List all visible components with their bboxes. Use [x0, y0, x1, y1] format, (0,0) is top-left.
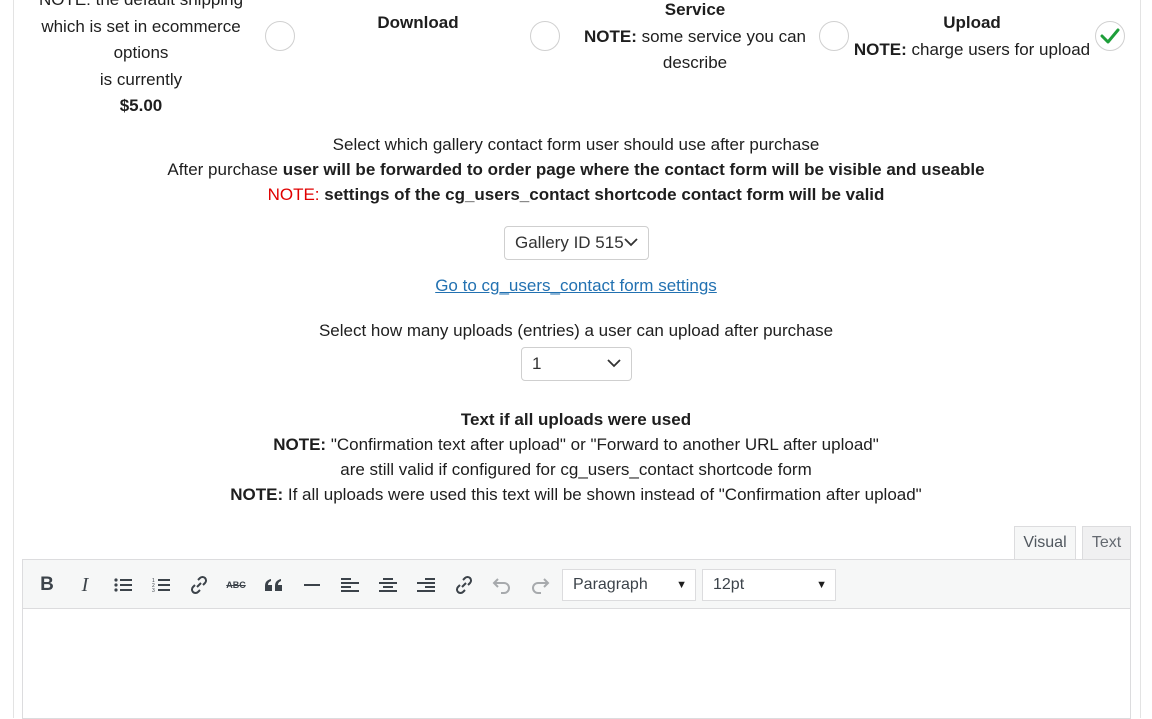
horizontal-line-button[interactable]: [299, 572, 325, 598]
uploads-count-select[interactable]: 1: [521, 347, 632, 381]
tab-text[interactable]: Text: [1082, 526, 1131, 559]
font-size-select[interactable]: 12pt ▼: [702, 569, 836, 601]
all-uploads-note1: NOTE: "Confirmation text after upload" o…: [0, 432, 1152, 457]
upload-title: Upload: [943, 13, 1001, 32]
align-right-icon: [417, 578, 435, 592]
contact-line1: Select which gallery contact form user s…: [332, 135, 820, 154]
service-note-text: some service you can: [636, 26, 807, 46]
font-size-value: 12pt: [713, 576, 745, 593]
redo-button[interactable]: [527, 572, 553, 598]
note2-label: NOTE:: [230, 485, 284, 504]
align-center-icon: [379, 578, 397, 592]
checkmark-icon: [1100, 28, 1120, 44]
align-center-button[interactable]: [375, 572, 401, 598]
numbered-list-button[interactable]: 123: [148, 572, 174, 598]
contact-note-label: NOTE:: [267, 185, 320, 204]
align-left-button[interactable]: [337, 572, 363, 598]
uploads-label: Select how many uploads (entries) a user…: [318, 321, 834, 340]
editor-content-area[interactable]: [22, 609, 1131, 719]
shipping-price: $5.00: [119, 96, 163, 115]
chevron-down-icon: [607, 359, 621, 368]
note1-label: NOTE:: [273, 435, 327, 454]
shipping-note-line1: NOTE: the default shipping: [30, 0, 252, 14]
upload-note-text: charge users for upload: [906, 39, 1091, 59]
contact-settings-link-row: Go to cg_users_contact form settings: [0, 276, 1152, 296]
align-left-icon: [341, 578, 359, 592]
gallery-select-value: Gallery ID 515: [515, 233, 624, 252]
quote-icon: [265, 579, 282, 591]
all-uploads-note1-line2: are still valid if configured for cg_use…: [340, 460, 812, 479]
horizontal-line-icon: [304, 584, 320, 586]
blockquote-button[interactable]: [261, 572, 287, 598]
upload-radio[interactable]: [1095, 21, 1125, 51]
contact-line2-prefix: After purchase: [167, 160, 283, 179]
shipping-note-line2: which is set in ecommerce: [41, 16, 241, 36]
link-icon: [455, 575, 473, 595]
tab-visual[interactable]: Visual: [1014, 526, 1076, 560]
uploads-count-value: 1: [532, 354, 542, 373]
undo-icon: [492, 578, 510, 594]
bold-button[interactable]: B: [34, 572, 60, 598]
shipping-radio[interactable]: [265, 21, 295, 51]
format-select[interactable]: Paragraph ▼: [562, 569, 696, 601]
all-uploads-text-section: Text if all uploads were used NOTE: "Con…: [0, 407, 1152, 507]
upload-note: NOTE: charge users for upload: [852, 37, 1092, 64]
caret-down-icon: ▼: [816, 579, 827, 591]
svg-text:3: 3: [152, 588, 155, 593]
service-radio[interactable]: [819, 21, 849, 51]
note1-text: "Confirmation text after upload" or "For…: [326, 435, 879, 454]
service-option-text: Service NOTE: some service you can descr…: [575, 0, 815, 77]
contact-form-description: Select which gallery contact form user s…: [0, 132, 1152, 207]
edit-link-button[interactable]: [451, 572, 477, 598]
bullet-list-icon: [114, 578, 132, 592]
upload-option-text: Upload NOTE: charge users for upload: [852, 10, 1092, 63]
all-uploads-note2: NOTE: If all uploads were used this text…: [0, 482, 1152, 507]
shipping-note-line4: is currently: [99, 69, 183, 89]
undo-button[interactable]: [489, 572, 515, 598]
strikethrough-icon: ABC: [226, 580, 246, 590]
contact-line3-bold: settings of the cg_users_contact shortco…: [319, 185, 885, 204]
numbered-list-icon: 123: [152, 578, 170, 593]
italic-icon: I: [81, 573, 89, 596]
redo-icon: [532, 578, 550, 594]
link-icon: [190, 575, 208, 595]
strikethrough-button[interactable]: ABC: [223, 572, 249, 598]
download-radio[interactable]: [530, 21, 560, 51]
contact-settings-link[interactable]: Go to cg_users_contact form settings: [435, 276, 717, 295]
all-uploads-title: Text if all uploads were used: [460, 410, 692, 429]
download-option-text: Download: [318, 10, 518, 37]
service-note-line2: describe: [662, 53, 728, 72]
caret-down-icon: ▼: [676, 579, 687, 591]
contact-line3: NOTE: settings of the cg_users_contact s…: [0, 182, 1152, 207]
shipping-option-text: NOTE: the default shipping which is set …: [30, 0, 252, 120]
bullet-list-button[interactable]: [110, 572, 136, 598]
italic-button[interactable]: I: [72, 572, 98, 598]
bold-icon: B: [40, 574, 54, 595]
upload-note-label: NOTE:: [853, 39, 907, 59]
align-right-button[interactable]: [413, 572, 439, 598]
contact-line2: After purchase user will be forwarded to…: [0, 157, 1152, 182]
gallery-select[interactable]: Gallery ID 515: [504, 226, 649, 260]
editor-toolbar: B I 123 ABC Paragraph ▼ 12pt ▼: [22, 559, 1131, 609]
format-select-value: Paragraph: [573, 576, 648, 593]
note2-text: If all uploads were used this text will …: [283, 485, 922, 504]
chevron-down-icon: [624, 238, 638, 247]
insert-link-button[interactable]: [186, 572, 212, 598]
service-title: Service: [664, 0, 726, 19]
service-note-label: NOTE:: [583, 26, 637, 46]
contact-line2-bold: user will be forwarded to order page whe…: [282, 160, 985, 179]
shipping-note-line3: options: [113, 43, 169, 62]
download-title: Download: [377, 13, 459, 32]
service-note: NOTE: some service you can: [575, 24, 815, 51]
